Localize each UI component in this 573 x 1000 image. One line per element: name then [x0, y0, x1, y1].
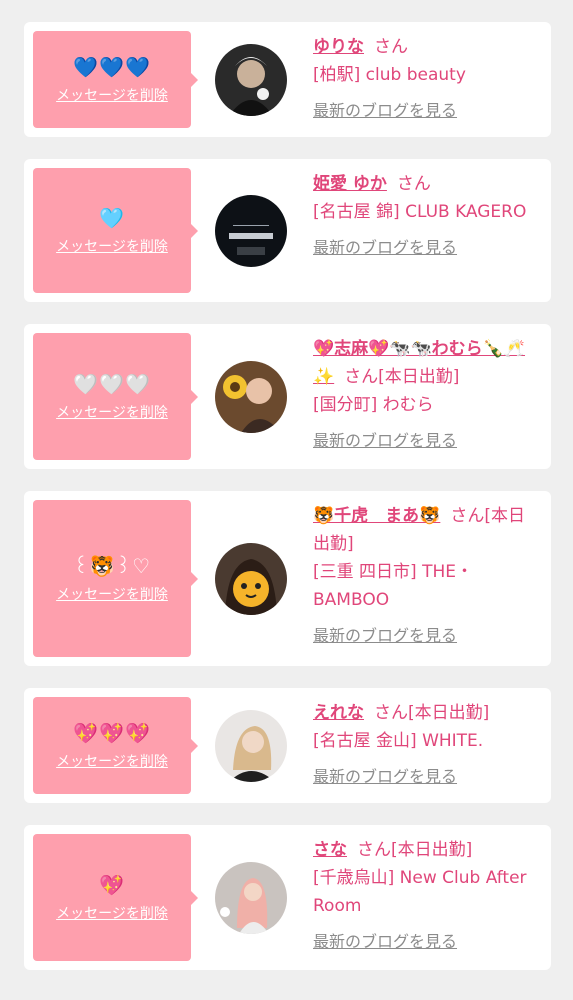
reaction-hearts: 🤍🤍🤍: [73, 371, 151, 396]
delete-message-link[interactable]: メッセージを削除: [56, 402, 168, 422]
message-card: ꒰🐯꒱♡ メッセージを削除 🐯千虎 まあ🐯 さん[本日出勤] [三重 四日市] T…: [24, 491, 551, 666]
message-card: 💖 メッセージを削除 さな さん[本日出勤] [千歳烏山] New Club Af…: [24, 825, 551, 970]
avatar[interactable]: [215, 861, 287, 934]
reaction-hearts: 💖: [99, 872, 125, 897]
message-card: 🩵 メッセージを削除 姫愛 ゆか さん [名古屋 錦] CLUB KAGERO 最…: [24, 159, 551, 302]
reaction-bubble: 🤍🤍🤍 メッセージを削除: [33, 333, 198, 460]
avatar[interactable]: [215, 194, 287, 267]
club-kagero-logo-icon: [215, 194, 287, 267]
message-card: 🤍🤍🤍 メッセージを削除 💖志麻💖🐄🐄わむら🍾🥂✨ さん[本日出勤] [国分町] …: [24, 324, 551, 469]
shop-label: [名古屋 金山] WHITE.: [313, 731, 484, 751]
blonde-portrait-icon: [215, 709, 287, 782]
shop-label: [国分町] わむら: [313, 395, 434, 415]
card-info: さな さん[本日出勤] [千歳烏山] New Club After Room 最新…: [313, 825, 551, 968]
view-blog-link[interactable]: 最新のブログを見る: [313, 928, 457, 956]
reaction-bubble: 💖 メッセージを削除: [33, 834, 198, 961]
avatar[interactable]: [215, 360, 287, 433]
delete-message-link[interactable]: メッセージを削除: [56, 85, 168, 105]
card-info: 💖志麻💖🐄🐄わむら🍾🥂✨ さん[本日出勤] [国分町] わむら 最新のブログを見る: [313, 324, 551, 467]
shop-label: [三重 四日市] THE・BAMBOO: [313, 562, 473, 610]
reaction-bubble: 🩵 メッセージを削除: [33, 168, 198, 293]
view-blog-link[interactable]: 最新のブログを見る: [313, 97, 457, 125]
reaction-bubble: ꒰🐯꒱♡ メッセージを削除: [33, 500, 198, 657]
reaction-hearts: 💙💙💙: [73, 54, 151, 79]
delete-message-link[interactable]: メッセージを削除: [56, 903, 168, 923]
honorific: さん[本日出勤]: [357, 840, 473, 860]
message-card: 💙💙💙 メッセージを削除 ゆりな さん [柏駅] club beauty 最新のブ…: [24, 22, 551, 137]
pink-hair-selfie-icon: [215, 861, 287, 934]
delete-message-link[interactable]: メッセージを削除: [56, 236, 168, 256]
cast-name-link[interactable]: 🐯千虎 まあ🐯: [313, 506, 440, 526]
cast-name-link[interactable]: 姫愛 ゆか: [313, 174, 387, 194]
message-list: 💙💙💙 メッセージを削除 ゆりな さん [柏駅] club beauty 最新のブ…: [0, 0, 573, 970]
message-card: 💖💖💖 メッセージを削除 えれな さん[本日出勤] [名古屋 金山] WHITE.…: [24, 688, 551, 803]
view-blog-link[interactable]: 最新のブログを見る: [313, 234, 457, 262]
avatar[interactable]: [215, 542, 287, 615]
dark-portrait-avatar-icon: [215, 43, 287, 116]
reaction-hearts: 🩵: [99, 205, 125, 230]
tiger-sticker-portrait-icon: [215, 542, 287, 615]
view-blog-link[interactable]: 最新のブログを見る: [313, 763, 457, 791]
reaction-hearts: 💖💖💖: [73, 720, 151, 745]
shop-label: [名古屋 錦] CLUB KAGERO: [313, 202, 527, 222]
view-blog-link[interactable]: 最新のブログを見る: [313, 427, 457, 455]
cast-name-link[interactable]: さな: [313, 840, 347, 860]
reaction-bubble: 💙💙💙 メッセージを削除: [33, 31, 198, 128]
honorific: さん: [374, 37, 408, 57]
card-info: 🐯千虎 まあ🐯 さん[本日出勤] [三重 四日市] THE・BAMBOO 最新のブ…: [313, 491, 551, 662]
cast-name-link[interactable]: ゆりな: [313, 37, 364, 57]
sunflower-portrait-icon: [215, 360, 287, 433]
honorific: さん[本日出勤]: [344, 367, 460, 387]
avatar[interactable]: [215, 709, 287, 782]
reaction-hearts: ꒰🐯꒱♡: [72, 553, 152, 578]
delete-message-link[interactable]: メッセージを削除: [56, 584, 168, 604]
honorific: さん: [396, 174, 431, 194]
card-info: 姫愛 ゆか さん [名古屋 錦] CLUB KAGERO 最新のブログを見る: [313, 159, 551, 274]
shop-label: [柏駅] club beauty: [313, 65, 466, 85]
card-info: えれな さん[本日出勤] [名古屋 金山] WHITE. 最新のブログを見る: [313, 688, 551, 803]
avatar[interactable]: [215, 43, 287, 116]
card-info: ゆりな さん [柏駅] club beauty 最新のブログを見る: [313, 22, 551, 137]
delete-message-link[interactable]: メッセージを削除: [56, 751, 168, 771]
reaction-bubble: 💖💖💖 メッセージを削除: [33, 697, 198, 794]
cast-name-link[interactable]: えれな: [313, 703, 364, 723]
honorific: さん[本日出勤]: [374, 703, 490, 723]
view-blog-link[interactable]: 最新のブログを見る: [313, 622, 457, 650]
shop-label: [千歳烏山] New Club After Room: [313, 868, 527, 916]
